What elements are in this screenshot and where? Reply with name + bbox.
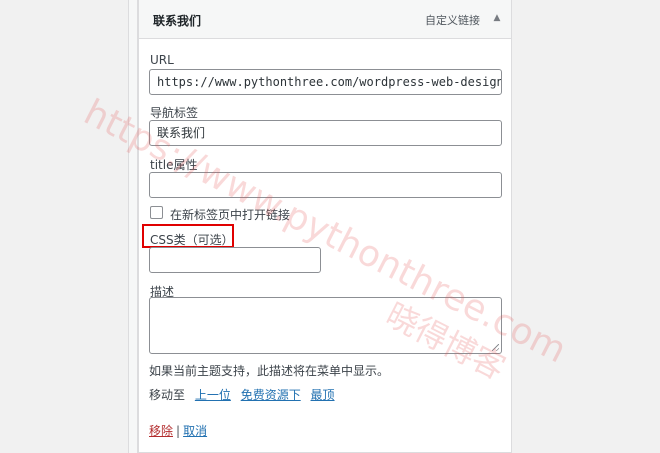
nav-label-input[interactable]: 联系我们 xyxy=(149,120,502,146)
menu-item-title: 联系我们 xyxy=(153,14,202,28)
remove-link[interactable]: 移除 xyxy=(149,424,173,438)
cancel-link[interactable]: 取消 xyxy=(183,424,207,438)
css-class-label: CSS类（可选） xyxy=(150,233,234,247)
title-attribute-label: title属性 xyxy=(150,158,198,172)
css-class-input[interactable] xyxy=(149,247,321,273)
move-up-one-link[interactable]: 上一位 xyxy=(195,388,231,402)
move-top-link[interactable]: 最顶 xyxy=(311,388,335,402)
description-textarea[interactable] xyxy=(149,297,502,354)
menu-item-panel: 联系我们 自定义链接 ▲ URL https://www.pythonthree… xyxy=(138,0,512,453)
url-label: URL xyxy=(150,53,174,67)
item-actions: 移除 | 取消 xyxy=(149,422,207,439)
menu-item-type: 自定义链接 xyxy=(425,14,480,27)
open-new-tab-checkbox[interactable] xyxy=(150,206,163,219)
menu-structure-edge xyxy=(128,0,138,453)
action-separator: | xyxy=(176,424,181,438)
resize-handle-icon[interactable] xyxy=(492,344,499,351)
description-help-text: 如果当前主题支持，此描述将在菜单中显示。 xyxy=(149,364,390,378)
open-new-tab-label[interactable]: 在新标签页中打开链接 xyxy=(170,206,290,223)
nav-label-label: 导航标签 xyxy=(150,106,199,120)
url-input[interactable]: https://www.pythonthree.com/wordpress-we… xyxy=(149,69,502,95)
title-attribute-input[interactable] xyxy=(149,172,502,198)
collapse-arrow-icon[interactable]: ▲ xyxy=(489,10,505,26)
move-under-link[interactable]: 免费资源下 xyxy=(241,388,301,402)
move-controls: 移动至 上一位 免费资源下 最顶 xyxy=(149,386,335,403)
menu-item-header[interactable]: 联系我们 自定义链接 ▲ xyxy=(139,0,511,39)
move-label: 移动至 xyxy=(149,388,186,402)
